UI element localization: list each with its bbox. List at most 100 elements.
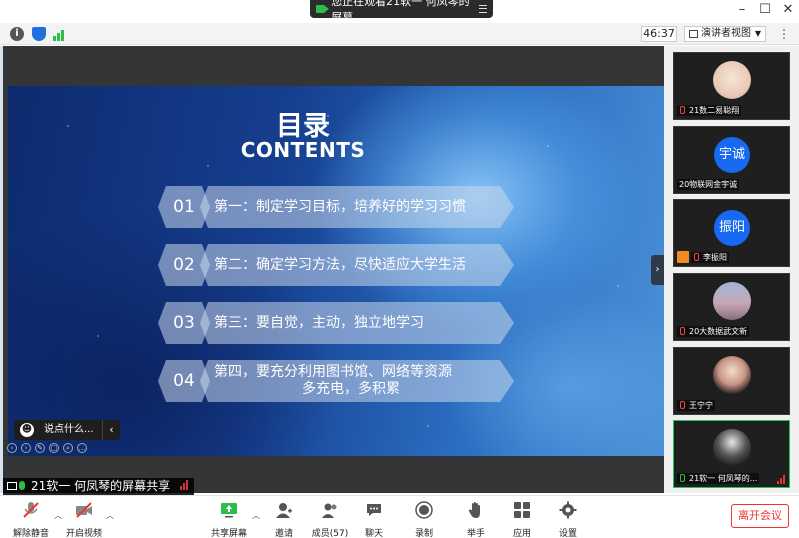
share-screen-icon <box>221 503 237 518</box>
participant-tile[interactable]: 振阳 李振阳 <box>673 199 790 267</box>
title-bar: 您正在观看21软一 何凤琴的屏幕 – ☐ ✕ <box>0 0 799 24</box>
menu-icon[interactable] <box>478 5 488 13</box>
record-label: 录制 <box>414 529 433 538</box>
pen-icon[interactable]: ✎ <box>35 443 45 453</box>
maximize-button[interactable]: ☐ <box>756 2 774 18</box>
unmute-button[interactable]: 解除静音 <box>6 499 56 538</box>
audio-level-icon <box>179 480 188 490</box>
avatar <box>713 429 751 467</box>
mic-muted-icon <box>680 327 685 335</box>
record-button[interactable]: 录制 <box>399 499 449 538</box>
participant-tile[interactable]: 宇诚 20物联网金宇诚 <box>673 126 790 194</box>
participant-tile-active[interactable]: 21软一 何凤琴的... <box>673 420 790 488</box>
mic-muted-icon <box>680 401 685 409</box>
view-mode-button[interactable]: 演讲者视图 ▼ <box>684 26 766 42</box>
meeting-timer: 46:37 <box>641 26 677 42</box>
raise-hand-button[interactable]: 举手 <box>451 499 501 538</box>
chat-icon <box>367 504 381 516</box>
invite-button[interactable]: 邀请 <box>259 499 309 538</box>
more-icon[interactable]: … <box>77 443 87 453</box>
participant-name: 20大数据武文新 <box>677 326 750 337</box>
chat-popup[interactable]: ☻ 说点什么... ‹ <box>14 420 120 440</box>
view-mode-label: 演讲者视图 <box>701 28 751 39</box>
unmute-label: 解除静音 <box>12 529 49 538</box>
sharer-name: 21软一 何凤琴的屏幕共享 <box>31 479 171 493</box>
hand-icon <box>468 502 480 518</box>
toc-text: 第二：确定学习方法，尽快适应大学生活 <box>200 244 514 286</box>
raise-hand-label: 举手 <box>466 529 485 538</box>
members-icon <box>322 503 337 518</box>
chevron-up-icon[interactable]: ︿ <box>106 510 114 521</box>
members-button[interactable]: 成员(57) <box>305 499 355 538</box>
mic-icon <box>19 481 25 490</box>
meeting-topbar: i 46:37 演讲者视图 ▼ ⋮ <box>0 23 799 45</box>
participant-name: 王宁宁 <box>677 400 715 411</box>
chat-button[interactable]: 聊天 <box>349 499 399 538</box>
shared-screen: 目录 CONTENTS 01 第一：制定学习目标，培养好的学习习惯 02 第二：… <box>3 46 664 493</box>
window-title: 您正在观看21软一 何凤琴的屏幕 <box>331 0 470 24</box>
participant-tile[interactable]: 王宁宁 <box>673 347 790 415</box>
image-icon[interactable]: ▢ <box>49 443 59 453</box>
screen-share-icon <box>7 482 17 490</box>
network-signal-icon[interactable] <box>53 27 67 41</box>
start-video-label: 开启视频 <box>65 529 102 538</box>
close-button[interactable]: ✕ <box>779 2 797 18</box>
toc-text-line1: 第四，要充分利用图书馆、网络等资源 <box>214 364 452 380</box>
presentation-slide: 目录 CONTENTS 01 第一：制定学习目标，培养好的学习习惯 02 第二：… <box>8 86 664 456</box>
chat-label: 聊天 <box>364 529 383 538</box>
settings-button[interactable]: 设置 <box>543 499 593 538</box>
participant-name: 21软一 何凤琴的... <box>677 473 760 484</box>
invite-icon <box>276 503 292 518</box>
mic-muted-icon <box>680 106 685 114</box>
settings-label: 设置 <box>558 529 577 538</box>
participant-name: 21数二易聪翔 <box>677 105 742 116</box>
avatar <box>713 356 751 394</box>
record-icon <box>415 501 433 519</box>
participant-tile[interactable]: 20大数据武文新 <box>673 273 790 341</box>
chevron-down-icon: ▼ <box>754 29 761 38</box>
start-video-button[interactable]: 开启视频 <box>59 499 109 538</box>
members-label: 成员(57) <box>311 529 349 538</box>
sharing-indicator[interactable]: 您正在观看21软一 何凤琴的屏幕 <box>310 0 493 24</box>
collapse-panel-button[interactable]: › <box>651 255 664 285</box>
next-icon[interactable]: › <box>21 443 31 453</box>
prev-icon[interactable]: ‹ <box>7 443 17 453</box>
toc-text: 第四，要充分利用图书馆、网络等资源 多充电，多积累 <box>200 360 514 402</box>
meeting-toolbar: 解除静音 ︿ 开启视频 ︿ 共享屏幕 ︿ 邀请 成员(57) 聊天 录制 举手 … <box>0 495 799 538</box>
video-off-icon <box>76 502 92 518</box>
grid-view-icon <box>689 30 698 38</box>
invite-label: 邀请 <box>274 529 293 538</box>
more-icon[interactable]: ⋮ <box>778 27 790 41</box>
leave-meeting-button[interactable]: 离开会议 <box>731 504 789 528</box>
chevron-left-icon[interactable]: ‹ <box>102 420 120 440</box>
slide-subtitle: CONTENTS <box>240 138 366 162</box>
chat-placeholder[interactable]: 说点什么... <box>44 424 94 435</box>
emoji-icon[interactable]: ☻ <box>20 423 34 437</box>
avatar <box>713 61 751 99</box>
participant-tile[interactable]: 21数二易聪翔 <box>673 52 790 120</box>
participant-name: 20物联网金宇诚 <box>677 179 740 190</box>
avatar <box>713 282 751 320</box>
zoom-icon[interactable]: ⌕ <box>63 443 73 453</box>
avatar: 宇诚 <box>714 137 750 173</box>
security-shield-icon[interactable] <box>32 27 46 41</box>
toc-text: 第三：要自觉，主动，独立地学习 <box>200 302 514 344</box>
share-screen-button[interactable]: 共享屏幕 <box>204 499 254 538</box>
sharer-label: 21软一 何凤琴的屏幕共享 <box>3 478 194 495</box>
info-icon[interactable]: i <box>10 27 24 41</box>
apps-label: 应用 <box>512 529 531 538</box>
camera-icon <box>316 5 330 13</box>
mic-muted-icon <box>23 502 39 518</box>
annotation-tools: ‹ › ✎ ▢ ⌕ … <box>7 443 87 455</box>
participant-name: 李振阳 <box>691 252 729 263</box>
gear-icon <box>559 501 577 519</box>
toc-text: 第一：制定学习目标，培养好的学习习惯 <box>200 186 514 228</box>
avatar: 振阳 <box>714 210 750 246</box>
apps-button[interactable]: 应用 <box>497 499 547 538</box>
apps-icon <box>514 502 530 518</box>
share-screen-label: 共享屏幕 <box>210 529 247 538</box>
host-icon <box>677 251 689 263</box>
minimize-button[interactable]: – <box>733 2 751 18</box>
audio-level-icon <box>777 475 785 484</box>
mic-muted-icon <box>694 253 699 261</box>
